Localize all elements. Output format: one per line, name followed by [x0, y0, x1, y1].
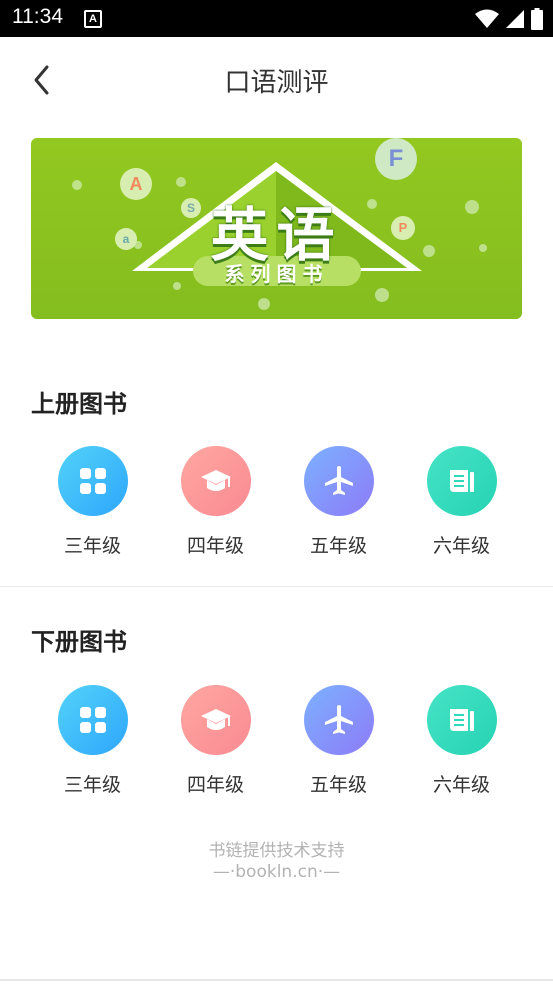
banner-subtitle: 系列图书 — [224, 262, 329, 286]
grade-label: 三年级 — [63, 535, 121, 557]
bottom-divider — [0, 979, 553, 981]
notification-a-icon: A — [84, 10, 102, 28]
lower-grade-5-item[interactable]: 五年级 — [277, 685, 400, 797]
grade-label: 四年级 — [186, 535, 244, 557]
english-series-banner[interactable]: A S a F P 英语 系列图书 — [31, 138, 522, 319]
grade-label: 六年级 — [432, 535, 490, 557]
grid-apps-icon — [57, 685, 128, 755]
grade-label: 五年级 — [309, 535, 367, 557]
upper-grade-6-item[interactable]: 六年级 — [400, 446, 523, 558]
book-document-icon — [426, 685, 497, 755]
grade-label: 六年级 — [432, 774, 490, 796]
graduation-cap-icon — [180, 685, 251, 755]
section-divider — [0, 586, 553, 587]
status-bar: 11:34 A — [0, 0, 553, 37]
upper-grade-4-item[interactable]: 四年级 — [154, 446, 277, 558]
footer-domain-text: —·bookln.cn·— — [212, 862, 341, 882]
book-document-icon — [426, 446, 497, 516]
graduation-cap-icon — [180, 446, 251, 516]
footer-support-text: 书链提供技术支持 — [208, 841, 345, 861]
battery-icon — [531, 8, 543, 30]
upper-grade-5-item[interactable]: 五年级 — [277, 446, 400, 558]
lower-grade-6-item[interactable]: 六年级 — [400, 685, 523, 797]
upper-grade-grid: 三年级 四年级 五年级 六年级 — [31, 446, 523, 558]
page-title: 口语测评 — [224, 68, 329, 98]
wifi-icon — [475, 9, 499, 28]
grade-label: 五年级 — [309, 774, 367, 796]
banner-letter-f: F — [375, 138, 417, 180]
airplane-icon — [303, 446, 374, 516]
upper-grade-3-item[interactable]: 三年级 — [31, 446, 154, 558]
lower-grade-4-item[interactable]: 四年级 — [154, 685, 277, 797]
header: 口语测评 — [0, 37, 553, 125]
lower-grade-grid: 三年级 四年级 五年级 六年级 — [31, 685, 523, 797]
grade-label: 四年级 — [186, 774, 244, 796]
grid-apps-icon — [57, 446, 128, 516]
section-title-upper: 上册图书 — [31, 390, 127, 418]
status-time: 11:34 — [12, 5, 63, 28]
section-title-lower: 下册图书 — [31, 628, 127, 656]
signal-icon — [506, 10, 524, 28]
status-icons — [475, 8, 543, 30]
grade-label: 三年级 — [63, 774, 121, 796]
airplane-icon — [303, 685, 374, 755]
lower-grade-3-item[interactable]: 三年级 — [31, 685, 154, 797]
